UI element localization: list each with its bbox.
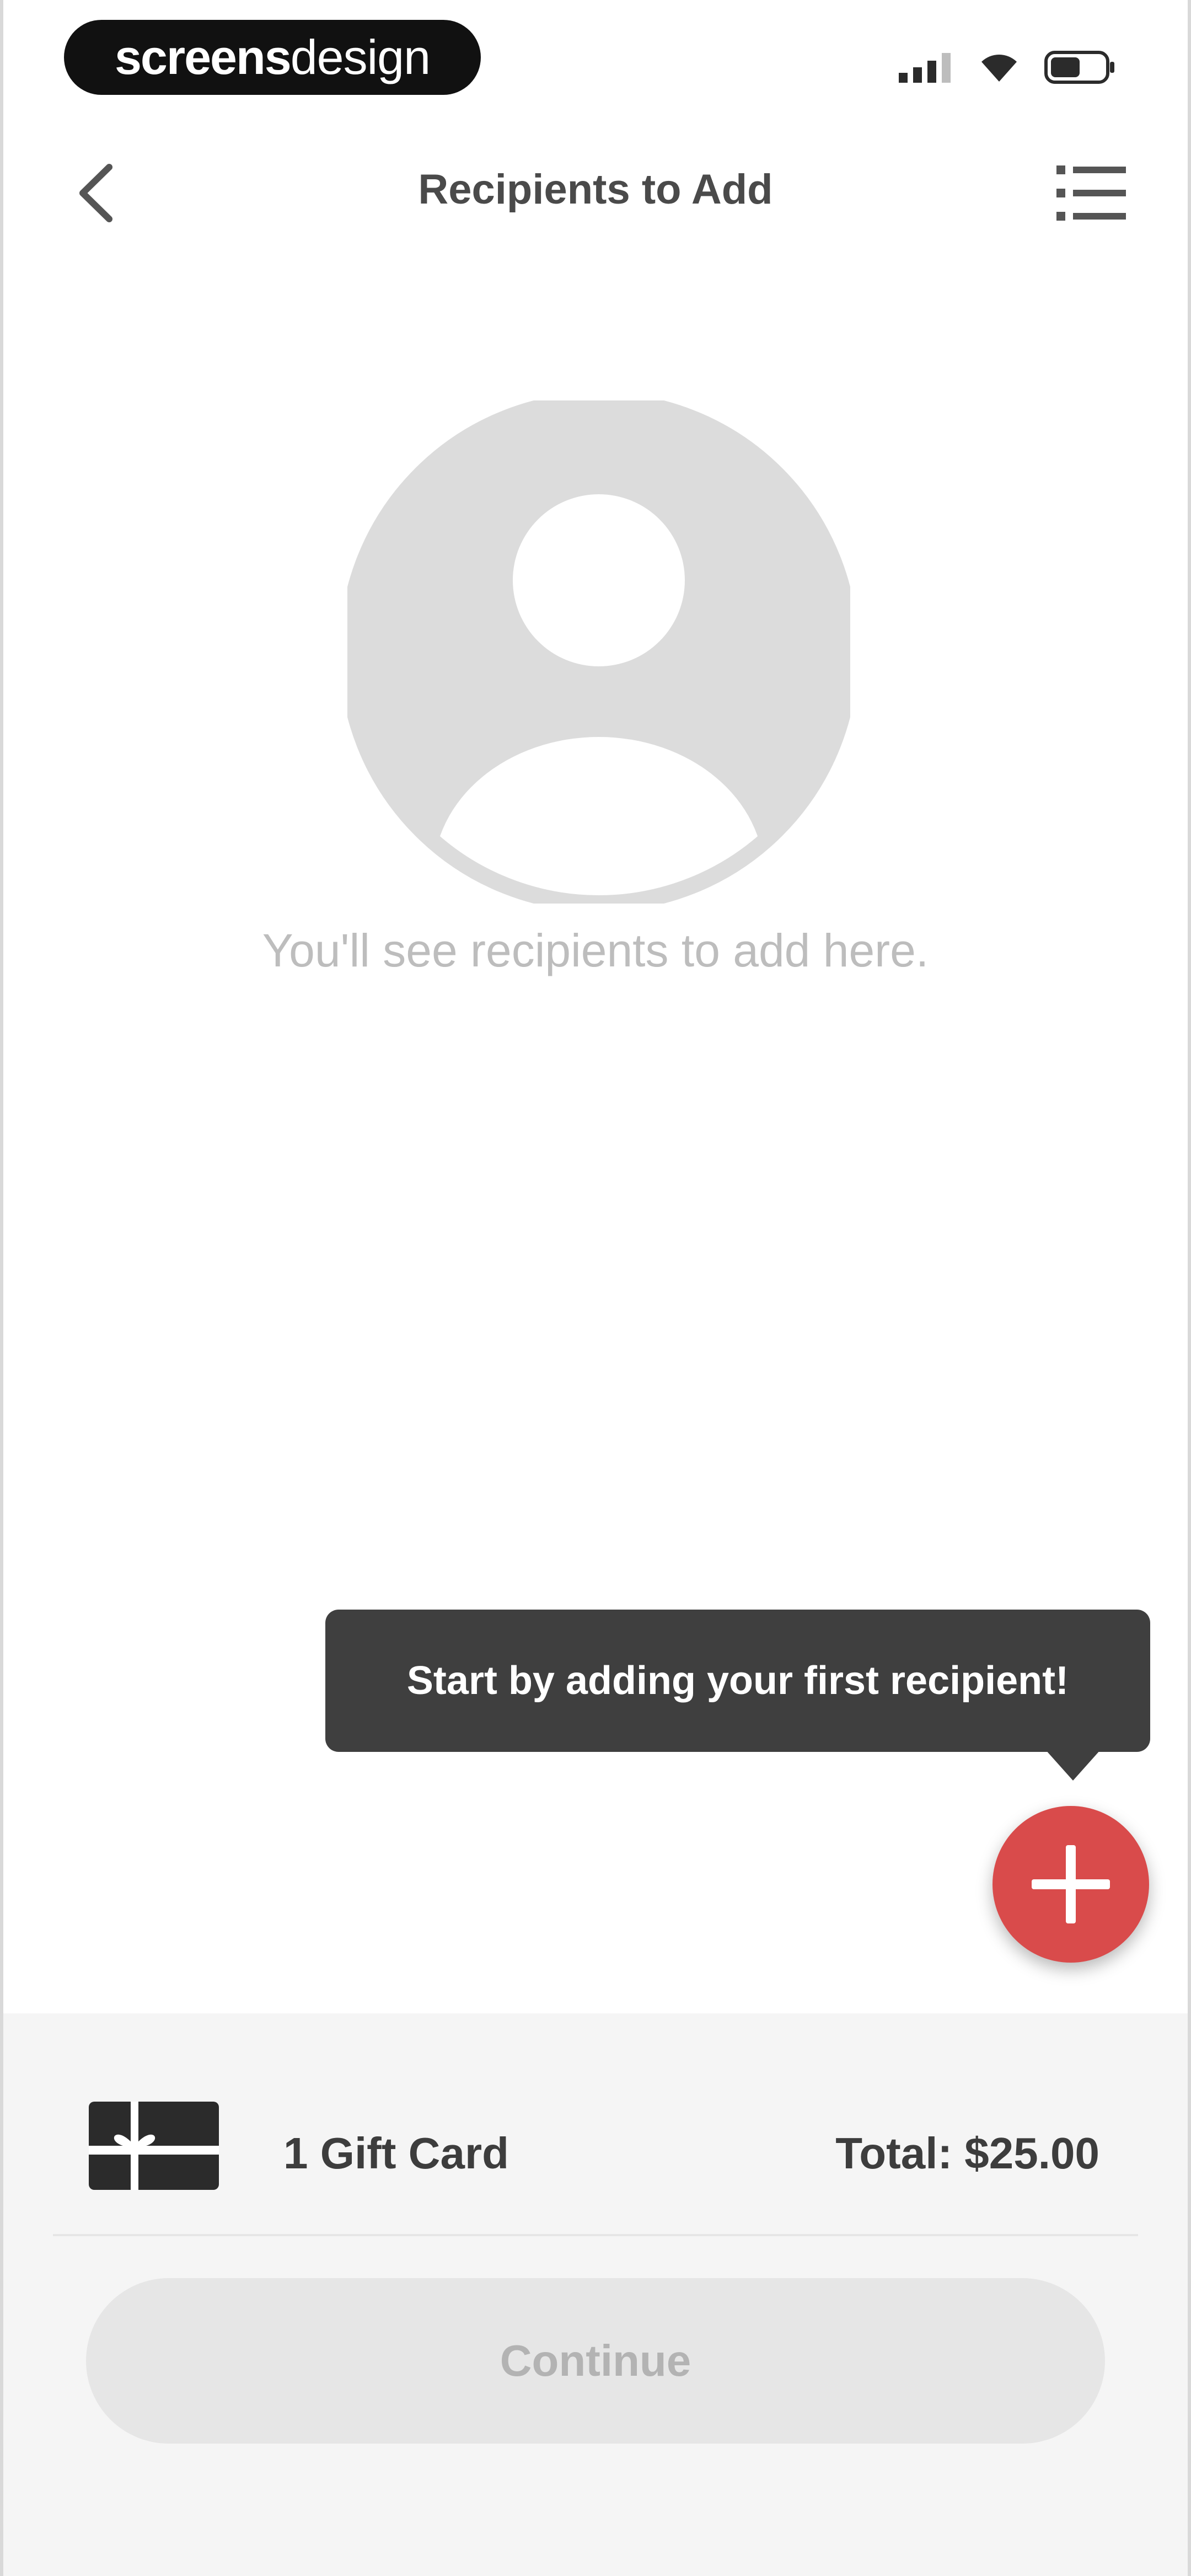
tooltip-arrow (1045, 1750, 1101, 1781)
list-menu-button[interactable] (1050, 154, 1133, 232)
watermark-badge: screens design (64, 20, 481, 95)
avatar-placeholder-icon (347, 400, 850, 904)
order-summary-panel: 1 Gift Card Total: $25.00 Continue (3, 2013, 1188, 2576)
watermark-bold-text: screens (114, 30, 292, 84)
plus-icon (1032, 1845, 1110, 1923)
gift-card-count: 1 Gift Card (283, 2129, 509, 2178)
nav-bar: Recipients to Add (3, 127, 1188, 259)
onboarding-tooltip: Start by adding your first recipient! (325, 1610, 1150, 1752)
divider (53, 2234, 1138, 2236)
add-recipient-button[interactable] (993, 1806, 1149, 1963)
gift-card-icon (89, 2102, 219, 2190)
battery-icon (1044, 51, 1114, 84)
list-icon (1056, 165, 1126, 221)
page-title: Recipients to Add (418, 166, 773, 213)
continue-button[interactable]: Continue (86, 2278, 1105, 2444)
empty-state-message: You'll see recipients to add here. (262, 924, 929, 976)
order-summary-row: 1 Gift Card Total: $25.00 (3, 2085, 1188, 2206)
signal-icon (899, 53, 951, 83)
wifi-icon (981, 55, 1017, 82)
status-icons (899, 51, 1116, 84)
recipients-screen: screens design Recipients to Add You'll … (0, 0, 1191, 2576)
order-total: Total: $25.00 (835, 2129, 1099, 2178)
status-bar: screens design (3, 0, 1188, 110)
tooltip-text: Start by adding your first recipient! (406, 1659, 1069, 1703)
watermark-light-text: design (290, 30, 431, 84)
